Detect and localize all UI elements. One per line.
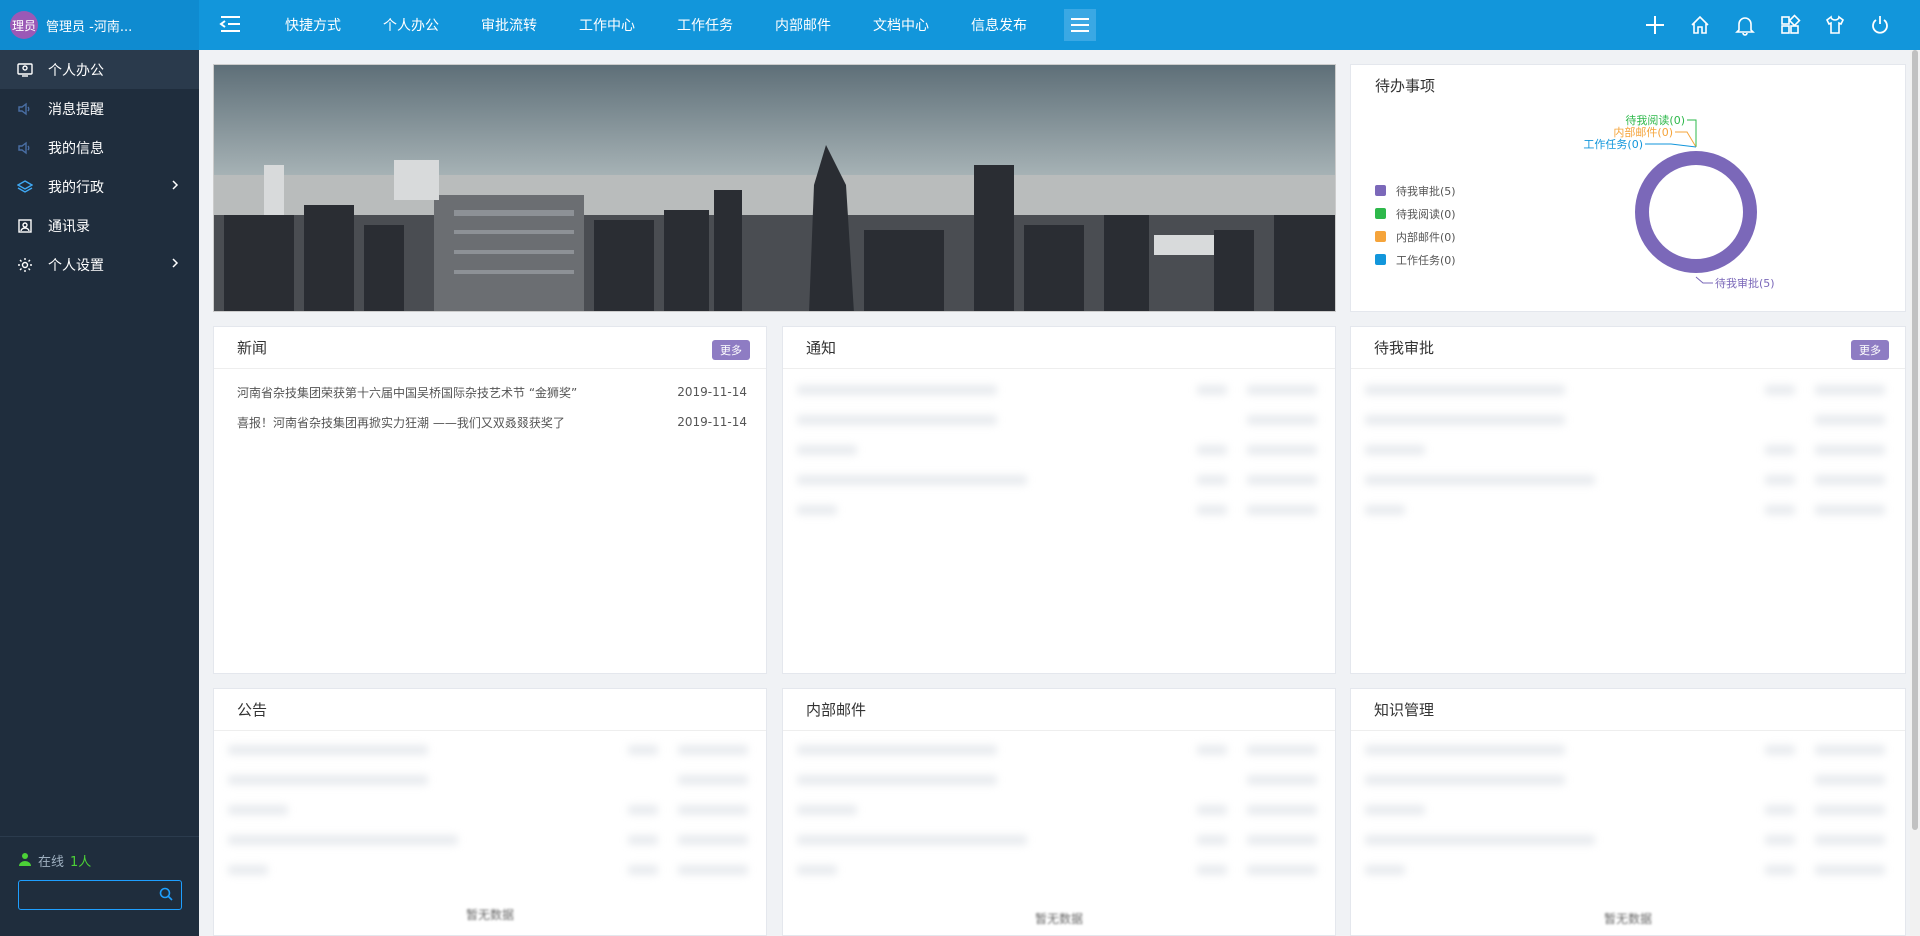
speaker-icon: [16, 100, 34, 118]
bell-icon[interactable]: [1722, 0, 1767, 50]
scrollbar-thumb[interactable]: [1912, 50, 1918, 830]
todo-card: 待办事项 待我审批(5) 待我阅读(0) 内部邮件(0) 工作任务(0) 待我阅…: [1350, 64, 1906, 312]
plus-icon[interactable]: [1632, 0, 1677, 50]
approval-loading-placeholder: [1365, 379, 1891, 519]
online-count: 1人: [70, 855, 92, 870]
chevron-right-icon: [171, 179, 179, 195]
news-more-button[interactable]: 更多: [712, 340, 750, 360]
search-icon[interactable]: [159, 886, 173, 905]
sidebar-item-label: 通讯录: [48, 218, 90, 235]
notice-title: 通知: [806, 339, 837, 357]
donut-slices: [1635, 151, 1757, 273]
power-icon[interactable]: [1857, 0, 1902, 50]
announcement-empty-text: 暂无数据: [465, 908, 514, 922]
monitor-icon: [16, 61, 34, 79]
callout-task: 工作任务(0): [1583, 138, 1643, 151]
sidebar-item-my-admin[interactable]: 我的行政: [0, 167, 199, 206]
mail-title: 内部邮件: [806, 701, 867, 719]
mail-loading-placeholder: [797, 739, 1323, 879]
user-brand[interactable]: 理员 管理员 -河南...: [0, 0, 199, 50]
news-header: 新闻 更多: [214, 327, 766, 369]
nav-shortcut[interactable]: 快捷方式: [264, 15, 362, 35]
top-bar: 理员 管理员 -河南... 快捷方式 个人办公 审批流转 工作中心 工作任务 内…: [0, 0, 1920, 50]
avatar[interactable]: 理员: [10, 11, 38, 39]
apps-icon[interactable]: [1767, 0, 1812, 50]
online-label: 在线: [38, 855, 65, 870]
sidebar-item-label: 个人设置: [48, 257, 104, 274]
news-list: 河南省杂技集团荣获第十六届中国吴桥国际杂技艺术节 “金狮奖” 2019-11-1…: [214, 377, 766, 437]
nav-work-task[interactable]: 工作任务: [656, 15, 754, 35]
sidebar-item-personal-office[interactable]: 个人办公: [0, 50, 199, 89]
speaker-icon: [16, 139, 34, 157]
notice-card: 通知: [782, 326, 1336, 674]
news-item-title[interactable]: 喜报！河南省杂技集团再掀实力狂潮 ——我们又双叒叕获奖了: [237, 414, 565, 431]
online-indicator: 在线 1人: [18, 851, 199, 870]
nav-more-menu-icon[interactable]: [1064, 9, 1096, 41]
list-item[interactable]: 河南省杂技集团荣获第十六届中国吴桥国际杂技艺术节 “金狮奖” 2019-11-1…: [214, 377, 766, 407]
mail-header: 内部邮件: [783, 689, 1335, 731]
home-icon[interactable]: [1677, 0, 1722, 50]
nav-internal-mail[interactable]: 内部邮件: [754, 15, 852, 35]
sidebar: 个人办公 消息提醒 我的信息 我的行政 通讯录 个人设置 在线 1人: [0, 50, 199, 936]
knowledge-card: 知识管理 暂无数据: [1350, 688, 1906, 936]
nav-info-publish[interactable]: 信息发布: [950, 15, 1048, 35]
approval-title: 待我审批: [1374, 339, 1435, 357]
banner-image: [213, 64, 1336, 312]
mail-empty-text: 暂无数据: [1034, 912, 1083, 926]
sidebar-item-messages[interactable]: 消息提醒: [0, 89, 199, 128]
knowledge-loading-placeholder: [1365, 739, 1891, 879]
knowledge-title: 知识管理: [1374, 701, 1435, 719]
callout-mail: 内部邮件(0): [1613, 125, 1673, 139]
knowledge-empty-text: 暂无数据: [1603, 912, 1652, 926]
gear-icon: [16, 256, 34, 274]
notice-loading-placeholder: [797, 379, 1323, 519]
sidebar-search-input[interactable]: [39, 887, 159, 903]
mail-card: 内部邮件 暂无数据: [782, 688, 1336, 936]
announcement-title: 公告: [237, 701, 268, 719]
donut-slice-1[interactable]: [1635, 151, 1757, 273]
chevron-right-icon: [171, 257, 179, 273]
news-title: 新闻: [237, 339, 268, 357]
announcement-header: 公告: [214, 689, 766, 731]
user-icon: [18, 852, 32, 870]
nav-doc-center[interactable]: 文档中心: [852, 15, 950, 35]
callout-approve: 待我审批(5): [1715, 276, 1775, 290]
approval-card: 待我审批 更多: [1350, 326, 1906, 674]
collapse-menu-icon[interactable]: [218, 12, 244, 38]
knowledge-header: 知识管理: [1351, 689, 1905, 731]
top-nav: 快捷方式 个人办公 审批流转 工作中心 工作任务 内部邮件 文档中心 信息发布: [264, 0, 1048, 50]
news-item-date: 2019-11-14: [677, 415, 747, 429]
sidebar-search[interactable]: [18, 880, 182, 910]
callout-read: 待我阅读(0): [1625, 113, 1685, 127]
announcement-card: 公告 暂无数据: [213, 688, 767, 936]
sidebar-item-contacts[interactable]: 通讯录: [0, 206, 199, 245]
sidebar-item-label: 我的行政: [48, 179, 104, 196]
approval-header: 待我审批 更多: [1351, 327, 1905, 369]
nav-work-center[interactable]: 工作中心: [558, 15, 656, 35]
approval-more-button[interactable]: 更多: [1851, 340, 1889, 360]
callout-line-task: [1645, 143, 1697, 148]
news-item-date: 2019-11-14: [677, 385, 747, 399]
todo-donut-chart: 待我阅读(0) 内部邮件(0) 工作任务(0) 待我审批(5): [1583, 113, 1775, 290]
layers-icon: [16, 178, 34, 196]
announcement-loading-placeholder: [228, 739, 754, 879]
nav-personal-office[interactable]: 个人办公: [362, 15, 460, 35]
nav-approval-flow[interactable]: 审批流转: [460, 15, 558, 35]
sidebar-item-label: 消息提醒: [48, 101, 104, 118]
user-label[interactable]: 管理员 -河南...: [46, 16, 132, 35]
sidebar-item-settings[interactable]: 个人设置: [0, 245, 199, 284]
page-scrollbar[interactable]: [1910, 50, 1920, 936]
sidebar-item-my-info[interactable]: 我的信息: [0, 128, 199, 167]
sidebar-item-label: 个人办公: [48, 62, 104, 79]
callout-line-approve: [1695, 276, 1713, 284]
sidebar-item-label: 我的信息: [48, 140, 104, 157]
top-actions: [1632, 0, 1902, 50]
news-item-title[interactable]: 河南省杂技集团荣获第十六届中国吴桥国际杂技艺术节 “金狮奖”: [237, 384, 577, 401]
news-card: 新闻 更多 河南省杂技集团荣获第十六届中国吴桥国际杂技艺术节 “金狮奖” 201…: [213, 326, 767, 674]
shirt-icon[interactable]: [1812, 0, 1857, 50]
notice-header: 通知: [783, 327, 1335, 369]
contact-icon: [16, 217, 34, 235]
online-status: 在线 1人: [0, 836, 199, 910]
list-item[interactable]: 喜报！河南省杂技集团再掀实力狂潮 ——我们又双叒叕获奖了 2019-11-14: [214, 407, 766, 437]
